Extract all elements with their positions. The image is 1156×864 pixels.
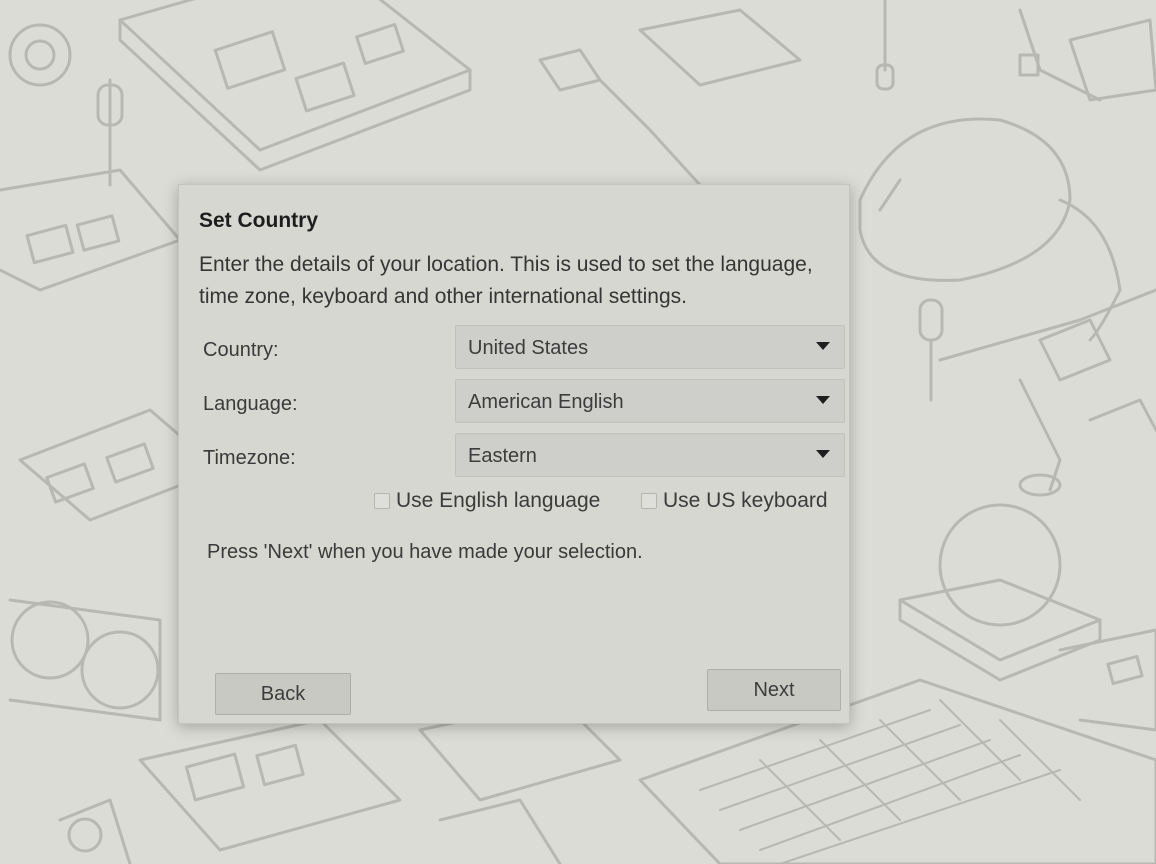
next-button[interactable]: Next [707,669,841,711]
use-english-language-checkbox[interactable]: Use English language [374,489,600,513]
set-country-dialog: Set Country Enter the details of your lo… [178,184,850,724]
timezone-value: Eastern [468,445,537,467]
language-value: American English [468,391,624,413]
triangle-down-icon [816,342,830,350]
country-dropdown[interactable]: United States [455,325,845,369]
triangle-down-icon [816,396,830,404]
back-button[interactable]: Back [215,673,351,715]
language-dropdown[interactable]: American English [455,379,845,423]
country-value: United States [468,337,589,359]
use-us-keyboard-label: Use US keyboard [663,489,828,512]
timezone-label: Timezone: [203,447,296,469]
checkbox-empty-icon[interactable] [641,493,657,509]
language-label: Language: [203,393,298,415]
use-us-keyboard-checkbox[interactable]: Use US keyboard [641,489,828,513]
selection-hint: Press 'Next' when you have made your sel… [207,541,643,563]
country-label: Country: [203,339,279,361]
dialog-description: Enter the details of your location. This… [199,253,813,308]
use-english-language-label: Use English language [396,489,601,512]
timezone-dropdown[interactable]: Eastern [455,433,845,477]
dialog-title: Set Country [199,209,319,232]
checkbox-empty-icon[interactable] [374,493,390,509]
triangle-down-icon [816,450,830,458]
